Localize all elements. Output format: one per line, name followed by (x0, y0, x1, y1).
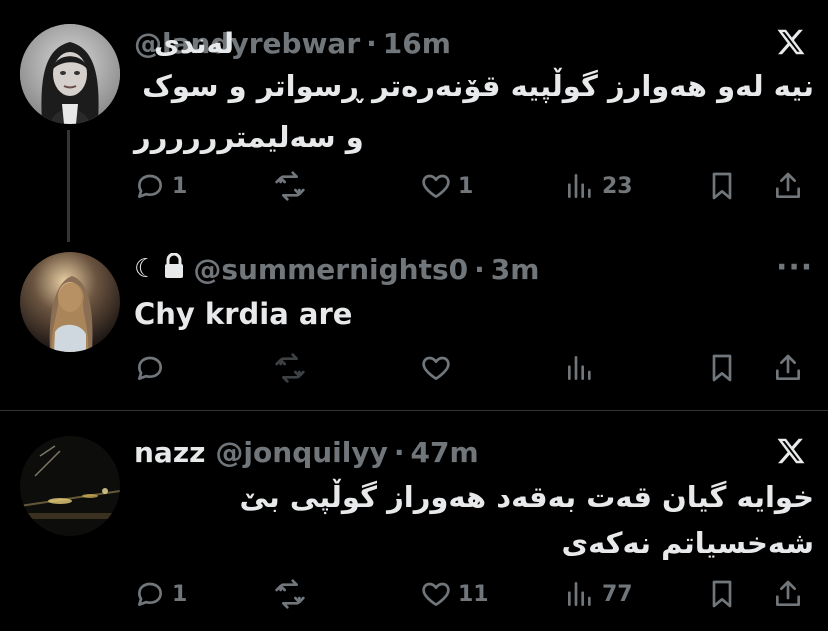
share-icon (776, 354, 800, 380)
retweet-button[interactable] (274, 574, 306, 614)
views-icon (568, 356, 591, 380)
user-handle[interactable]: @summernights0 (193, 253, 468, 286)
views-button[interactable]: 77 (564, 574, 633, 614)
action-bar: 1 1 23 (134, 166, 814, 206)
tweet-2[interactable]: ☾ @summernights0 · 3m ··· Chy krdia are (0, 240, 828, 410)
user-handle[interactable]: @jonquilyy (215, 436, 387, 469)
reply-button[interactable] (134, 348, 166, 388)
tweet-text-line-2: شەخسیاتم نەکەی (561, 526, 814, 560)
retweet-button[interactable] (274, 166, 306, 206)
display-name-row: له‌ندی (154, 26, 234, 60)
like-count: 1 (458, 173, 474, 199)
bookmark-button[interactable] (706, 166, 738, 206)
views-icon (568, 582, 591, 606)
lock-icon (163, 252, 185, 286)
tweet-text-line-1: خوایە گیان قەت بەقەد هەوراز گوڵپی بێ (239, 480, 814, 514)
separator-dot: · (366, 26, 377, 60)
reply-icon (138, 582, 162, 606)
tweet-text-line-2: و سەلیمترررررر (134, 120, 364, 154)
share-icon (776, 580, 800, 606)
like-button[interactable]: 11 (420, 574, 489, 614)
like-button[interactable]: 1 (420, 166, 473, 206)
heart-icon (422, 174, 450, 198)
timestamp[interactable]: 16m (383, 27, 451, 60)
avatar[interactable] (20, 436, 120, 536)
moon-icon: ☾ (134, 254, 158, 284)
retweet-icon (275, 353, 305, 383)
action-bar: 1 11 77 (134, 574, 814, 614)
like-count: 11 (458, 581, 489, 607)
reply-count: 1 (172, 581, 188, 607)
tweet-header: nazz @jonquilyy · 47m (134, 435, 479, 469)
x-logo-icon (776, 436, 806, 466)
share-button[interactable] (772, 348, 804, 388)
views-icon (568, 174, 591, 198)
bookmark-icon (712, 580, 732, 608)
x-logo-icon (776, 27, 806, 57)
display-name[interactable]: له‌ندی (154, 27, 234, 60)
views-count: 23 (602, 173, 633, 199)
bookmark-button[interactable] (706, 348, 738, 388)
share-icon (776, 172, 800, 198)
separator-dot: · (393, 435, 405, 469)
heart-icon (422, 582, 450, 606)
views-button[interactable]: 23 (564, 166, 633, 206)
share-button[interactable] (772, 574, 804, 614)
share-button[interactable] (772, 166, 804, 206)
action-bar (134, 348, 814, 388)
heart-icon (422, 356, 450, 380)
reply-count: 1 (172, 173, 188, 199)
reply-button[interactable]: 1 (134, 574, 187, 614)
tweet-header: ☾ @summernights0 · 3m (134, 252, 539, 286)
display-name[interactable]: nazz (134, 436, 205, 469)
tweet-3[interactable]: nazz @jonquilyy · 47m خوایە گیان قەت بەقەد … (0, 411, 828, 631)
retweet-icon (275, 579, 305, 609)
like-button[interactable] (420, 348, 452, 388)
views-button[interactable] (564, 348, 596, 388)
avatar[interactable] (20, 252, 120, 352)
more-options-button[interactable]: ··· (776, 250, 813, 285)
views-count: 77 (602, 581, 633, 607)
retweet-icon (275, 171, 305, 201)
thread-line (67, 130, 70, 242)
tweet-text: Chy krdia are (134, 297, 353, 331)
tweet-text-line-1: نیە لەو هەوارز گوڵپیە قۆنەرەتر ڕسواتر و … (142, 69, 814, 103)
timestamp[interactable]: 3m (491, 253, 540, 286)
reply-icon (138, 174, 162, 198)
bookmark-icon (712, 172, 732, 200)
reply-button[interactable]: 1 (134, 166, 187, 206)
reply-icon (138, 356, 162, 380)
timestamp[interactable]: 47m (411, 436, 479, 469)
bookmark-button[interactable] (706, 574, 738, 614)
separator-dot: · (474, 252, 485, 286)
bookmark-icon (712, 354, 732, 382)
tweet-1[interactable]: @landyrebwar · 16m له‌ندی نیە لەو هەوارز گ… (0, 0, 828, 242)
retweet-button[interactable] (274, 348, 306, 388)
avatar[interactable] (20, 24, 120, 124)
